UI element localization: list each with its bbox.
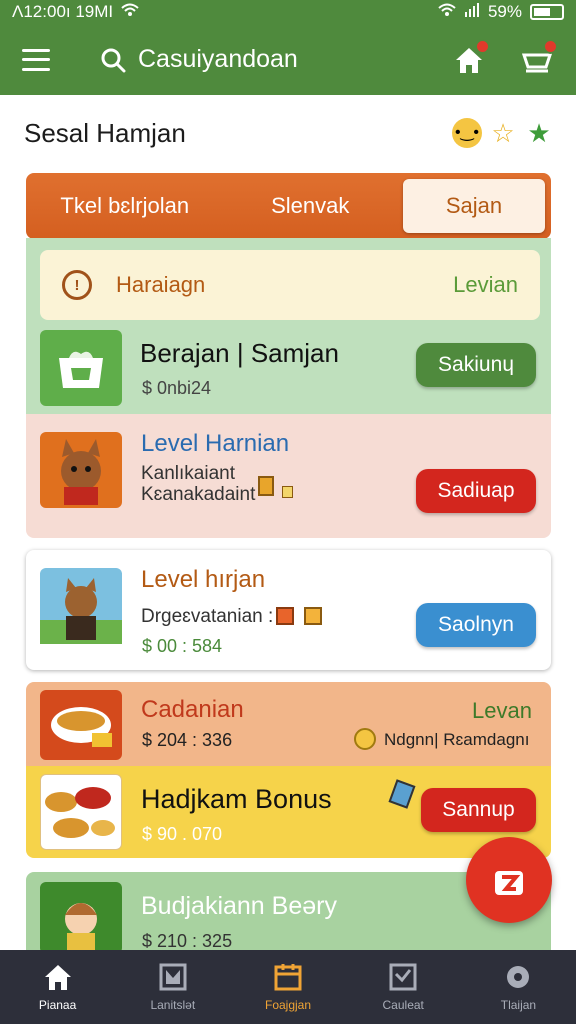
card-line-2: Kɛanakadaint <box>141 484 256 505</box>
nav-label: Pianaa <box>38 998 77 1012</box>
book-icon <box>159 963 187 991</box>
smiley-icon: •‿• <box>452 118 482 148</box>
home-button[interactable] <box>452 38 490 77</box>
wifi-icon <box>121 2 139 22</box>
card-title: Level hırjan <box>141 566 266 593</box>
status-time: Λ12:00ı 19MI <box>12 2 114 21</box>
tab-bar: Tkel bɛlrjolan Slenvak Sajan <box>26 173 551 239</box>
food-bowl-icon <box>40 690 122 760</box>
notification-badge <box>543 38 558 54</box>
status-bar: Λ12:00ı 19MI 59% <box>0 0 576 24</box>
search-bar[interactable]: Casuiyandoan <box>100 45 298 74</box>
battery-text: 59% <box>487 2 522 21</box>
battery-icon <box>530 4 564 20</box>
card-button[interactable]: Sannup <box>421 788 536 832</box>
food-platter-icon <box>40 774 122 850</box>
gift-icon <box>304 607 322 625</box>
star-outline-icon: ☆ <box>491 118 515 148</box>
card-line-1: Kanlıkaiant <box>141 463 236 484</box>
smiley-icon <box>354 728 376 750</box>
card-price: $ 90 . 070 <box>142 824 223 844</box>
info-icon: ! <box>62 270 92 300</box>
gift-icon <box>258 476 274 496</box>
card-line-1: Drgeɛvatanian : <box>141 606 274 627</box>
card-button[interactable]: Sakiunɥ <box>416 343 536 387</box>
gift-icon <box>276 607 294 625</box>
app-bar: Casuiyandoan <box>0 24 576 95</box>
kid-character-icon <box>40 882 122 954</box>
tab-2[interactable]: Slenvak <box>218 193 404 219</box>
nav-home[interactable]: Pianaa <box>0 950 115 1024</box>
floating-action-button[interactable] <box>466 837 552 923</box>
nav-label: Tlaijan <box>500 998 537 1012</box>
alert-row: ! Haraiagn Levian <box>40 250 540 320</box>
card-price: $ 204 : 336 <box>142 730 233 750</box>
fox-character-icon <box>40 432 122 508</box>
calendar-icon <box>274 964 302 991</box>
tab-1[interactable]: Tkel bɛlrjolan <box>32 193 218 219</box>
gift-icon <box>282 486 293 498</box>
card-button[interactable]: Sadiuap <box>416 469 536 513</box>
menu-icon[interactable] <box>22 48 50 71</box>
card-title: Cadanian <box>141 696 244 723</box>
nav-profile[interactable]: Tlaijan <box>461 950 576 1024</box>
home-icon <box>44 965 71 990</box>
card-title: Berajan | Samjan <box>140 338 339 368</box>
checkbox-icon <box>389 963 417 991</box>
cart-button[interactable] <box>520 38 558 77</box>
card-right-label[interactable]: Levan <box>472 698 532 724</box>
nav-tasks[interactable]: Cauleat <box>346 950 461 1024</box>
wifi-icon <box>438 2 456 22</box>
nav-label: Foajgjan <box>264 998 312 1012</box>
card-price: $ 00 : 584 <box>142 636 223 656</box>
nav-label: Cauleat <box>382 998 424 1012</box>
alert-text: Haraiagn <box>116 272 206 297</box>
box-icon <box>40 330 122 406</box>
nav-orders[interactable]: Foajgjan <box>230 950 345 1024</box>
search-icon <box>101 48 126 72</box>
card-title: Budjakiann Beəry <box>141 892 337 920</box>
nav-library[interactable]: Lanitslət <box>115 950 230 1024</box>
tab-3[interactable]: Sajan <box>403 179 545 233</box>
card-right-text: Ndgnn| Rɛamdagnı <box>384 730 530 749</box>
alert-link[interactable]: Levian <box>453 272 518 298</box>
card-title: Hadjkam Bonus <box>141 784 332 814</box>
star-icon: ★ <box>527 118 551 148</box>
gear-icon <box>507 966 530 988</box>
signal-icon <box>464 2 480 22</box>
card-title: Level Harnian <box>141 430 290 457</box>
notification-badge <box>475 38 490 54</box>
card-button[interactable]: Saolnyn <box>416 603 536 647</box>
rating-icons: •‿• ☆ ★ <box>452 118 554 148</box>
card-price: $ 0nbi24 <box>142 378 212 398</box>
bottom-nav: Pianaa Lanitslət Foajgjan Cauleat Tlaija… <box>0 950 576 1024</box>
shopping-bag-icon <box>495 871 523 895</box>
section-title: Sesal Hamjan <box>24 118 186 148</box>
nav-label: Lanitslət <box>150 998 196 1012</box>
search-text: Casuiyandoan <box>138 45 298 73</box>
cat-character-icon <box>40 568 122 644</box>
card-price: $ 210 : 325 <box>142 931 233 951</box>
